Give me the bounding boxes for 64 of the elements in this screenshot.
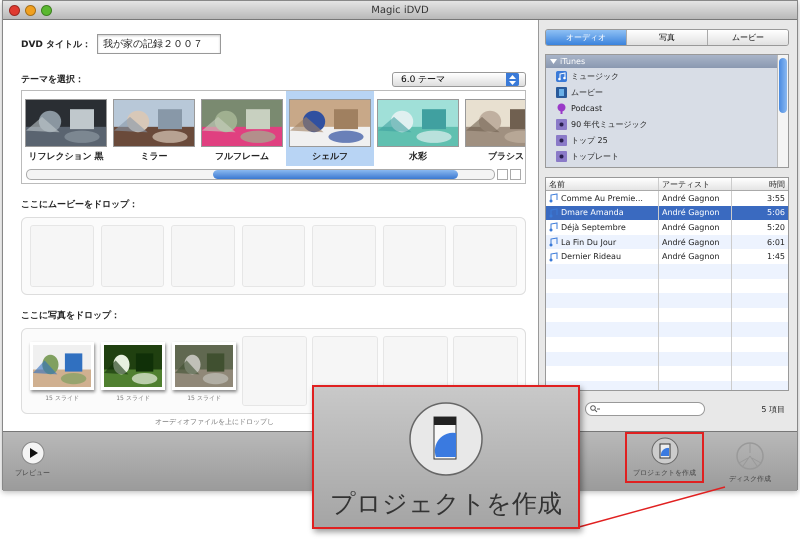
section-label: テーマを選択： — [21, 74, 84, 86]
column-header[interactable]: アーティスト — [659, 178, 732, 190]
table-cell: André Gagnon — [662, 252, 720, 262]
scrollbar[interactable] — [777, 55, 788, 167]
table-cell: Dernier Rideau — [561, 252, 622, 262]
scroll-arrow-button[interactable] — [497, 169, 508, 180]
minimize-button[interactable] — [25, 4, 36, 16]
table-cell: 1:45 — [767, 252, 785, 262]
source-item[interactable]: トップ 25 — [571, 134, 608, 146]
search-field[interactable] — [585, 402, 705, 416]
table-cell: 6:01 — [767, 238, 785, 247]
section-label: ここにムービーをドロップ： — [21, 200, 138, 210]
theme-dropdown[interactable]: 6.0 テーマ — [392, 72, 526, 87]
table-cell: Déjà Septembre — [561, 222, 626, 232]
scroll-arrow-button[interactable] — [510, 169, 521, 180]
track-row[interactable]: Dmare Amanda André Gagnon 5:06 — [546, 206, 788, 220]
table-cell: 3:55 — [767, 194, 785, 203]
column-header[interactable]: 時間 — [732, 178, 788, 190]
table-cell: André Gagnon — [662, 208, 720, 218]
table-cell: Comme Au Premie... — [561, 194, 643, 203]
table-cell: Dmare Amanda — [561, 208, 624, 218]
stepper-icon — [509, 74, 516, 84]
zoom-button[interactable] — [41, 4, 52, 16]
search-icon — [590, 405, 600, 413]
media-tab[interactable]: ムービー — [707, 30, 788, 45]
source-item[interactable]: ミュージック — [571, 70, 619, 82]
disclosure-icon — [550, 58, 557, 65]
play-icon — [20, 441, 44, 465]
table-cell: 5:20 — [767, 222, 785, 232]
table-cell: André Gagnon — [662, 238, 720, 247]
theme-thumbnail[interactable]: シェルフ — [286, 91, 374, 166]
column-header[interactable]: 名前 — [546, 178, 659, 190]
podcast-icon — [556, 102, 567, 114]
callout-label: プロジェクトを作成 — [330, 488, 562, 520]
project-icon — [408, 401, 484, 477]
track-icon — [549, 193, 558, 204]
close-button[interactable] — [9, 4, 20, 16]
track-icon — [549, 237, 558, 248]
title-field[interactable]: 我が家の記録２００７ — [97, 34, 222, 54]
track-icon — [549, 252, 558, 262]
disc-icon — [735, 441, 765, 471]
scrollbar[interactable] — [26, 169, 495, 180]
source-item[interactable]: Podcast — [571, 104, 602, 112]
item-count: 5 項目 — [761, 404, 785, 414]
track-icon — [549, 222, 558, 232]
window-title: Magic iDVD — [371, 4, 429, 16]
source-item[interactable]: 90 年代ミュージック — [571, 118, 648, 130]
media-tab[interactable]: 写真 — [626, 30, 707, 45]
source-item[interactable]: トップレート — [571, 150, 619, 162]
source-item[interactable]: ムービー — [571, 86, 603, 98]
playlist-icon — [556, 134, 567, 146]
track-row[interactable]: La Fin Du Jour André Gagnon 6:01 — [546, 234, 788, 250]
table-cell: André Gagnon — [662, 222, 720, 232]
film-icon — [556, 86, 567, 98]
playlist-icon — [556, 150, 567, 162]
table-cell: La Fin Du Jour — [561, 238, 616, 247]
section-label: ここに写真をドロップ： — [21, 311, 120, 321]
field-label: DVD タイトル： — [21, 38, 92, 50]
track-icon — [549, 208, 558, 218]
table-cell: André Gagnon — [662, 194, 720, 203]
playlist-icon — [556, 118, 567, 130]
note-icon — [556, 70, 567, 82]
project-icon — [650, 437, 678, 465]
table-cell: 5:06 — [767, 208, 785, 218]
